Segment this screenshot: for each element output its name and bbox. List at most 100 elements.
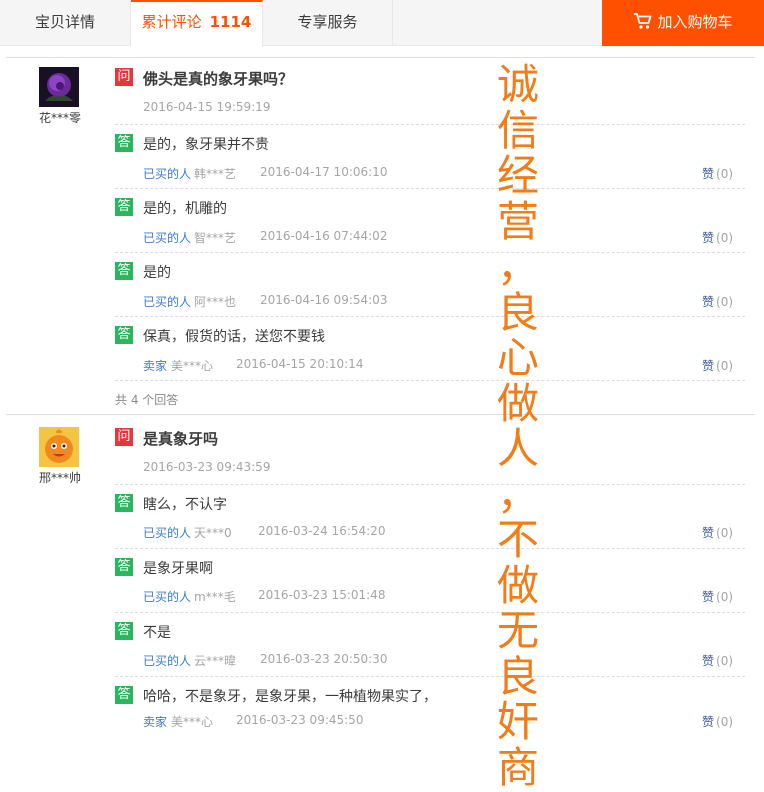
slogan-char: 人 — [496, 424, 539, 473]
slogan-char: 做 — [496, 560, 539, 610]
question-date: 2016-03-23 09:43:59 — [143, 460, 271, 474]
thread-divider — [6, 414, 755, 415]
like-label: 赞 — [702, 359, 715, 373]
answer-date: 2016-04-16 07:44:02 — [260, 229, 388, 243]
slogan-char: 无 — [496, 606, 539, 655]
slogan-char: 经 — [496, 151, 539, 200]
slogan-char: 心 — [496, 333, 539, 382]
answer-text: 不是 — [143, 625, 171, 641]
tab-item-details[interactable]: 宝贝详情 — [0, 0, 131, 46]
like-count: (0) — [716, 167, 734, 181]
dashed-divider — [115, 188, 745, 189]
like-count: (0) — [716, 715, 734, 729]
like-button[interactable]: 赞 (0) — [702, 229, 733, 246]
answer-date: 2016-03-23 15:01:48 — [258, 588, 386, 602]
like-count: (0) — [716, 654, 734, 668]
answer-date: 2016-03-24 16:54:20 — [258, 524, 386, 538]
question-text: 是真象牙吗 — [143, 430, 219, 448]
answer-date: 2016-03-23 09:45:50 — [236, 713, 364, 727]
answerer-role: 已买的人 — [143, 167, 192, 181]
dashed-divider — [115, 548, 745, 549]
answerer-role: 已买的人 — [143, 231, 192, 245]
add-to-cart-button[interactable]: 加入购物车 — [602, 0, 764, 46]
add-to-cart-label: 加入购物车 — [657, 13, 733, 31]
like-count: (0) — [716, 526, 734, 540]
answer-badge: 答 — [115, 558, 133, 576]
user-name: 邢***帅 — [38, 471, 81, 485]
answer-text: 瞎么，不认字 — [143, 497, 227, 513]
tab-reviews[interactable]: 累计评论 1114 — [131, 0, 263, 47]
answer-date: 2016-04-16 09:54:03 — [260, 293, 388, 307]
slogan-char: 做 — [496, 378, 539, 428]
answer-badge: 答 — [115, 686, 133, 704]
answerer-name: 韩***艺 — [194, 167, 237, 181]
dashed-divider — [115, 484, 745, 485]
answerer-role: 已买的人 — [143, 295, 192, 309]
like-count: (0) — [716, 590, 734, 604]
like-count: (0) — [716, 295, 734, 309]
slogan-char: 不 — [496, 515, 539, 564]
slogan-char: 良 — [496, 287, 539, 337]
answer-text: 是的，机雕的 — [143, 201, 227, 217]
dashed-divider — [115, 124, 745, 125]
answerer-name: 智***艺 — [194, 231, 237, 245]
like-button[interactable]: 赞 (0) — [702, 524, 733, 541]
answer-text: 是的，象牙果并不贵 — [143, 137, 269, 153]
like-button[interactable]: 赞 (0) — [702, 293, 733, 310]
answer-badge: 答 — [115, 262, 133, 280]
like-label: 赞 — [702, 715, 715, 729]
slogan-char: ， — [496, 469, 539, 519]
user-name: 花***零 — [38, 111, 81, 125]
answerer-name: 云***暐 — [194, 654, 237, 668]
question-date: 2016-04-15 19:59:19 — [143, 100, 271, 114]
slogan-char: 诚 — [496, 60, 539, 109]
like-label: 赞 — [702, 295, 715, 309]
dashed-divider — [115, 676, 745, 677]
slogan-char: 营 — [496, 196, 539, 246]
answer-badge: 答 — [115, 494, 133, 512]
answerer-role: 已买的人 — [143, 654, 192, 668]
like-count: (0) — [716, 359, 734, 373]
dashed-divider — [115, 380, 745, 381]
dashed-divider — [115, 252, 745, 253]
like-button[interactable]: 赞 (0) — [702, 165, 733, 182]
answer-badge: 答 — [115, 622, 133, 640]
answer-text: 是象牙果啊 — [143, 561, 213, 577]
answerer-role: 卖家 — [143, 359, 168, 373]
like-label: 赞 — [702, 167, 715, 181]
like-label: 赞 — [702, 526, 715, 540]
cartoon-avatar-icon — [39, 427, 79, 467]
tab-services[interactable]: 专享服务 — [263, 0, 393, 46]
answerer-name: 天***0 — [194, 526, 232, 540]
like-count: (0) — [716, 231, 734, 245]
rose-avatar-icon — [39, 67, 79, 107]
question-text: 佛头是真的象牙果吗？ — [143, 70, 294, 88]
answerer-name: m***毛 — [194, 590, 236, 604]
like-button[interactable]: 赞 (0) — [702, 652, 733, 669]
slogan-char: ， — [496, 242, 539, 291]
answerer-name: 阿***也 — [194, 295, 237, 309]
tab-bar: 宝贝详情 累计评论 1114 专享服务 加入购物车 — [0, 0, 764, 47]
avatar — [39, 67, 79, 107]
answer-text: 是的 — [143, 265, 171, 281]
answer-total[interactable]: 共 4 个回答 — [115, 391, 178, 408]
like-label: 赞 — [702, 231, 715, 245]
question-badge: 问 — [115, 428, 133, 446]
answerer-role: 已买的人 — [143, 590, 192, 604]
answer-date: 2016-04-17 10:06:10 — [260, 165, 388, 179]
like-label: 赞 — [702, 590, 715, 604]
cart-icon — [634, 12, 652, 29]
slogan-char: 商 — [496, 742, 539, 792]
like-button[interactable]: 赞 (0) — [702, 357, 733, 374]
question-badge: 问 — [115, 68, 133, 86]
like-button[interactable]: 赞 (0) — [702, 588, 733, 605]
answer-badge: 答 — [115, 326, 133, 344]
answer-text: 哈哈，不是象牙，是象牙果，一种植物果实了， — [143, 689, 437, 705]
answer-text: 保真，假货的话，送您不要钱 — [143, 329, 325, 345]
thread-divider — [6, 57, 755, 58]
answer-badge: 答 — [115, 134, 133, 152]
dashed-divider — [115, 316, 745, 317]
answer-date: 2016-04-15 20:10:14 — [236, 357, 364, 371]
answer-badge: 答 — [115, 198, 133, 216]
answerer-name: 美***心 — [171, 359, 214, 373]
